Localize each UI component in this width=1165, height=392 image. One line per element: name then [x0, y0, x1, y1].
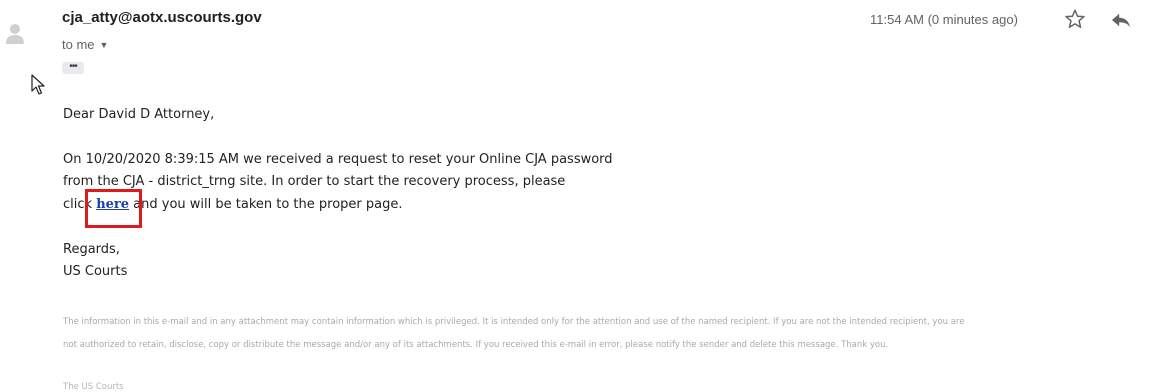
- disclaimer-line: The information in this e-mail and in an…: [63, 317, 965, 327]
- email-paragraph-line: On 10/20/2020 8:39:15 AM we received a r…: [63, 152, 613, 167]
- more-dots-icon[interactable]: •••: [62, 62, 84, 74]
- message-timestamp: 11:54 AM (0 minutes ago): [870, 12, 1018, 27]
- email-greeting: Dear David D Attorney,: [63, 107, 215, 122]
- sender-address: cja_atty@aotx.uscourts.gov: [62, 9, 262, 26]
- chevron-down-icon: ▼: [99, 39, 109, 50]
- star-icon[interactable]: [1064, 8, 1086, 35]
- recipient-label: to me: [62, 37, 95, 52]
- line-suffix: and you will be taken to the proper page…: [129, 197, 403, 212]
- reply-icon[interactable]: [1110, 11, 1132, 34]
- email-signature: US Courts: [63, 264, 128, 279]
- person-icon: [4, 20, 26, 46]
- email-closing: Regards,: [63, 242, 120, 257]
- disclaimer-line: not authorized to retain, disclose, copy…: [63, 340, 889, 350]
- mouse-pointer-icon: [31, 74, 47, 101]
- recipient-details-toggle[interactable]: to me ▼: [62, 37, 108, 52]
- link-highlight-box: [85, 189, 142, 228]
- email-paragraph-line: from the CJA - district_trng site. In or…: [63, 174, 566, 189]
- disclaimer-signoff: The US Courts: [63, 382, 124, 392]
